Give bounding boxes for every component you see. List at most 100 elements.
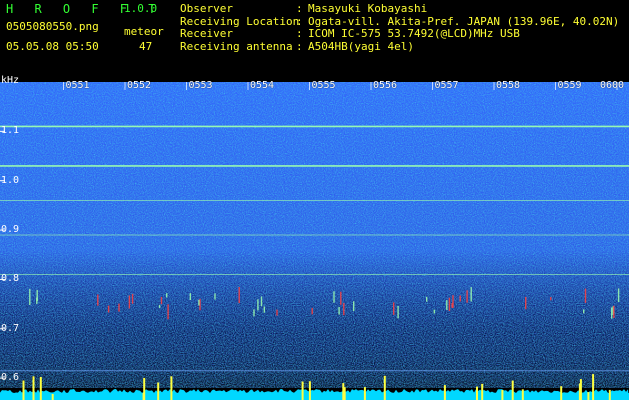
meteor-ping — [29, 288, 31, 305]
meteor-ping — [613, 305, 615, 318]
ping-spike — [363, 387, 366, 400]
ping-spike — [142, 393, 145, 400]
info-value: Ogata-vill. Akita-Pref. JAPAN (139.96E, … — [308, 14, 620, 28]
meteor-ping — [166, 293, 168, 298]
info-separator: : — [296, 39, 303, 53]
ping-spike — [383, 375, 386, 400]
meteor-ping — [160, 296, 163, 305]
header-left: H R O F F T 1.0.0 0505080550.png meteor … — [0, 0, 175, 68]
info-separator: : — [296, 2, 303, 15]
x-tick-label: 0559 — [557, 80, 582, 91]
ping-spike — [481, 383, 484, 400]
ping-spike — [592, 374, 595, 400]
meteor-ping — [118, 303, 120, 312]
x-tick-label: 0551 — [65, 80, 90, 91]
meteor-ping — [343, 303, 345, 316]
meteor-ping — [107, 305, 110, 313]
ping-spike — [343, 387, 346, 400]
info-value: Masayuki Kobayashi — [308, 2, 428, 15]
file-name: 0505080550.png — [6, 20, 99, 33]
info-key: Observer — [180, 2, 233, 15]
date-time: 05.05.08 05:50 — [6, 40, 99, 53]
meteor-ping — [426, 296, 428, 302]
info-key: Receiver — [180, 27, 233, 40]
x-tick-label: 0552 — [127, 80, 152, 91]
meteor-ping — [353, 301, 355, 312]
meteor-ping — [393, 302, 395, 315]
meteor-ping — [340, 291, 342, 305]
meteor-ping — [189, 293, 191, 300]
meteor-ping — [311, 307, 313, 315]
ping-spike — [32, 376, 35, 400]
meteor-ping — [198, 299, 200, 306]
meteor-ping — [433, 309, 435, 314]
meteor-ping — [525, 296, 527, 310]
meteor-ping — [466, 290, 468, 303]
meteor-ping — [448, 297, 451, 311]
y-tick-label: 1.1 — [1, 125, 20, 137]
ping-spike — [476, 386, 478, 400]
ping-spike — [22, 380, 25, 400]
ping-spike — [501, 390, 504, 400]
meteor-ping — [128, 295, 131, 309]
info-key: Receiving antenna — [180, 39, 293, 53]
meteor-ping — [470, 287, 472, 302]
meteor-ping — [583, 309, 585, 314]
meteor-ping — [451, 303, 453, 308]
info-value: A504HB(yagi 4el) — [308, 39, 414, 53]
hroft-window: H R O F F T 1.0.0 0505080550.png meteor … — [0, 0, 629, 400]
meteor-ping — [238, 287, 240, 304]
meteor-ping — [459, 295, 461, 302]
meteor-ping — [550, 297, 552, 301]
meteor-ping — [257, 299, 259, 311]
meteor-ping — [167, 304, 169, 320]
meteor-ping — [260, 296, 263, 307]
x-tick-label: 0557 — [434, 80, 459, 91]
x-tick-label: 0556 — [373, 80, 398, 91]
x-tick-label: 0553 — [188, 80, 213, 91]
meteor-ping — [333, 291, 335, 303]
meteor-count: 47 — [139, 40, 153, 53]
meteor-ping — [446, 300, 448, 310]
meteor-ping — [97, 294, 99, 306]
meteor-ping — [214, 293, 216, 300]
station-info: Observer: Masayuki Kobayashi Receiving Lo… — [180, 2, 620, 54]
ping-spike — [39, 377, 42, 400]
meteor-label: meteor — [124, 25, 164, 38]
meteor-ping — [36, 297, 38, 304]
ping-spike — [157, 382, 160, 400]
info-separator: : — [296, 27, 303, 40]
meteor-ping — [611, 307, 613, 319]
x-tick-label: 0554 — [250, 80, 275, 91]
ping-spike — [51, 394, 54, 400]
ping-spike — [608, 389, 611, 400]
ping-spike — [511, 380, 514, 400]
meteor-ping — [617, 288, 620, 302]
app-version: 1.0.0 — [124, 2, 158, 15]
x-tick-label: 0555 — [311, 80, 336, 91]
ping-spike — [443, 385, 446, 400]
ping-spike — [170, 376, 173, 400]
y-tick-label: 0.6 — [1, 372, 20, 384]
y-tick-label: 0.9 — [1, 224, 20, 236]
ping-spike — [308, 381, 311, 400]
meteor-ping — [253, 309, 255, 317]
info-row-antenna: Receiving antenna: A504HB(yagi 4el) — [180, 39, 619, 54]
info-value: ICOM IC-575 53.7492(@LCD)MHz USB — [308, 27, 520, 40]
meteor-ping — [158, 304, 161, 309]
ping-spike — [521, 389, 524, 400]
meteor-ping — [263, 306, 265, 313]
y-tick-label: 0.7 — [1, 322, 20, 334]
x-tick-label: 0558 — [496, 80, 521, 91]
meteor-ping — [584, 288, 587, 303]
meteor-ping — [276, 309, 278, 316]
y-tick-label: 1.0 — [1, 174, 20, 186]
meteor-ping — [131, 293, 134, 304]
ping-spike — [301, 381, 304, 400]
axis-unit-label: kHz — [1, 75, 20, 86]
ping-spike — [579, 379, 582, 400]
y-tick-label: 0.8 — [1, 273, 20, 285]
spectrogram: kHz 1.1 1.0 0.9 0.8 0.7 0.6 0551 0552 0553 0554 0… — [0, 70, 629, 400]
meteor-ping — [338, 307, 340, 315]
ping-spike — [560, 386, 563, 400]
